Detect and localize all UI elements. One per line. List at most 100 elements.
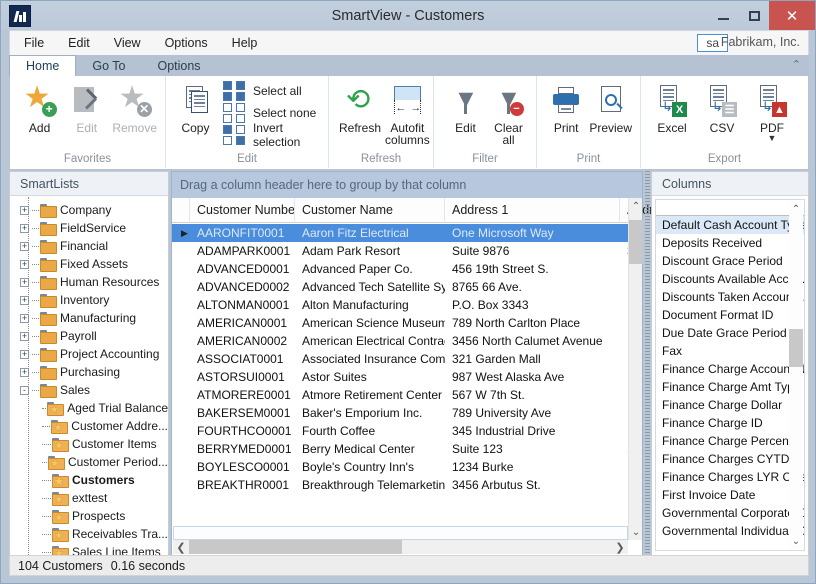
sidebar-item-receivables-tra[interactable]: ★ Receivables Tra...: [10, 525, 168, 543]
table-row[interactable]: BREAKTHR0001 Breakthrough Telemarketing 34…: [172, 476, 628, 494]
grid-vertical-scrollbar[interactable]: ⌃ ⌄: [628, 198, 643, 540]
export-excel-button[interactable]: ↳ X Excel: [647, 82, 697, 136]
export-csv-button[interactable]: ↳ ☰ CSV: [697, 82, 747, 136]
menu-file[interactable]: File: [14, 34, 54, 52]
columns-scroll-down-icon[interactable]: ⌄: [789, 533, 803, 549]
sidebar-item-customer-period[interactable]: ★ Customer Period...: [10, 453, 168, 471]
pdf-dropdown-icon[interactable]: ▼: [768, 134, 777, 143]
sidebar-item-fieldservice[interactable]: + FieldService: [10, 219, 168, 237]
table-row[interactable]: ▶ AARONFIT0001 Aaron Fitz Electrical One Mi…: [172, 224, 628, 242]
column-header-address-1[interactable]: Address 1: [445, 197, 620, 223]
grid-rows[interactable]: ▶ AARONFIT0001 Aaron Fitz Electrical One Mi…: [172, 224, 628, 525]
smartlists-tree[interactable]: + Company + FieldService + Financial + Fixed As…: [10, 197, 168, 555]
table-row[interactable]: AMERICAN0001 American Science Museum 789 N…: [172, 314, 628, 332]
sidebar-item-purchasing[interactable]: + Purchasing: [10, 363, 168, 381]
columns-scroll-thumb[interactable]: [789, 329, 803, 367]
scroll-left-icon[interactable]: ❮: [173, 540, 189, 554]
list-item[interactable]: Due Date Grace Period: [656, 324, 804, 342]
hscroll-thumb[interactable]: [189, 540, 402, 554]
tab-options[interactable]: Options: [141, 55, 216, 76]
scroll-down-icon[interactable]: ⌄: [629, 524, 643, 540]
sidebar-item-fixed-assets[interactable]: + Fixed Assets: [10, 255, 168, 273]
columns-list[interactable]: Default Cash Account Type Deposits Receiv…: [655, 199, 805, 551]
list-item[interactable]: Finance Charge Account N...: [656, 360, 804, 378]
select-all-button[interactable]: Select all: [222, 80, 322, 102]
print-preview-button[interactable]: Preview: [587, 82, 634, 136]
table-row[interactable]: ADVANCED0001 Advanced Paper Co. 456 19th S…: [172, 260, 628, 278]
table-row[interactable]: ALTONMAN0001 Alton Manufacturing P.O. Box …: [172, 296, 628, 314]
autofit-columns-button[interactable]: ←→ Autofit columns: [383, 82, 432, 148]
refresh-button[interactable]: ⟲ Refresh: [337, 82, 383, 136]
export-pdf-button[interactable]: ↳ ▲ PDF ▼: [747, 82, 797, 145]
table-row[interactable]: ADVANCED0002 Advanced Tech Satellite Syst…: [172, 278, 628, 296]
maximize-button[interactable]: [739, 1, 769, 30]
table-row[interactable]: BAKERSEM0001 Baker's Emporium Inc. 789 Uni…: [172, 404, 628, 422]
menu-view[interactable]: View: [104, 34, 151, 52]
list-item[interactable]: Fax: [656, 342, 804, 360]
vscroll-thumb[interactable]: [629, 220, 643, 264]
table-row[interactable]: ASTORSUI0001 Astor Suites 987 West Alaska …: [172, 368, 628, 386]
minimize-button[interactable]: [707, 1, 739, 30]
list-item[interactable]: Finance Charges LYR Cale...: [656, 468, 804, 486]
sidebar-item-project-accounting[interactable]: + Project Accounting: [10, 345, 168, 363]
list-item[interactable]: Finance Charge Amt Type: [656, 378, 804, 396]
sidebar-item-sales[interactable]: - Sales: [10, 381, 168, 399]
table-row[interactable]: BOYLESCO0001 Boyle's Country Inn's 1234 Bu…: [172, 458, 628, 476]
sidebar-item-inventory[interactable]: + Inventory: [10, 291, 168, 309]
sidebar-item-aged-trial-balance[interactable]: ★ Aged Trial Balance: [10, 399, 168, 417]
table-row[interactable]: BERRYMED0001 Berry Medical Center Suite 12…: [172, 440, 628, 458]
table-row[interactable]: ADAMPARK0001 Adam Park Resort Suite 9876 32…: [172, 242, 628, 260]
list-item[interactable]: Discounts Taken Account ...: [656, 288, 804, 306]
menu-help[interactable]: Help: [222, 34, 268, 52]
list-item[interactable]: Finance Charge Percent: [656, 432, 804, 450]
tab-go-to[interactable]: Go To: [76, 55, 141, 76]
sidebar-item-exttest[interactable]: ★ exttest: [10, 489, 168, 507]
sidebar-item-customer-addre[interactable]: ★ Customer Addre...: [10, 417, 168, 435]
sidebar-item-prospects[interactable]: ★ Prospects: [10, 507, 168, 525]
panel-splitter[interactable]: [645, 171, 650, 556]
edit-favorite-button[interactable]: Edit: [63, 82, 110, 136]
list-item[interactable]: Governmental Individual ID: [656, 522, 804, 540]
collapse-ribbon-icon[interactable]: ⌃: [792, 58, 801, 71]
clear-all-filters-button[interactable]: ▼ − Clear all: [487, 82, 530, 148]
column-header-customer-number[interactable]: Customer Number: [190, 197, 295, 223]
menu-edit[interactable]: Edit: [58, 34, 100, 52]
columns-scroll-up-icon[interactable]: ⌃: [789, 201, 803, 217]
table-row[interactable]: AMERICAN0002 American Electrical Contract…: [172, 332, 628, 350]
grid-horizontal-scrollbar[interactable]: ❮ ❯: [173, 540, 628, 554]
sidebar-item-company[interactable]: + Company: [10, 201, 168, 219]
sidebar-item-sales-line-items[interactable]: ★ Sales Line Items: [10, 543, 168, 555]
list-item[interactable]: Governmental Corporate ID: [656, 504, 804, 522]
table-row[interactable]: ATMORERE0001 Atmore Retirement Center 567 …: [172, 386, 628, 404]
close-button[interactable]: ✕: [769, 1, 815, 30]
sidebar-item-customer-items[interactable]: ★ Customer Items: [10, 435, 168, 453]
menu-options[interactable]: Options: [155, 34, 218, 52]
edit-filter-button[interactable]: ▼ Edit: [444, 82, 487, 136]
sidebar-item-manufacturing[interactable]: + Manufacturing: [10, 309, 168, 327]
sidebar-item-customers[interactable]: ★ Customers: [10, 471, 168, 489]
scroll-right-icon[interactable]: ❯: [612, 540, 628, 554]
list-item[interactable]: Deposits Received: [656, 234, 804, 252]
print-button[interactable]: Print: [545, 82, 587, 136]
add-favorite-button[interactable]: ★ + Add: [16, 82, 63, 136]
sidebar-item-financial[interactable]: + Financial: [10, 237, 168, 255]
group-by-dropzone[interactable]: Drag a column header here to group by th…: [172, 172, 642, 198]
list-item[interactable]: First Invoice Date: [656, 486, 804, 504]
copy-button[interactable]: Copy: [172, 82, 219, 136]
table-row[interactable]: ASSOCIAT0001 Associated Insurance Company…: [172, 350, 628, 368]
column-header-customer-name[interactable]: Customer Name: [295, 197, 445, 223]
list-item[interactable]: Discount Grace Period: [656, 252, 804, 270]
list-item[interactable]: Discounts Available Accou...: [656, 270, 804, 288]
list-item[interactable]: Document Format ID: [656, 306, 804, 324]
remove-favorite-button[interactable]: ★ ✕ Remove: [110, 82, 159, 136]
tab-home[interactable]: Home: [9, 55, 77, 76]
invert-selection-button[interactable]: Invert selection: [222, 121, 322, 149]
list-item[interactable]: Default Cash Account Type: [656, 216, 804, 234]
sidebar-item-human-resources[interactable]: + Human Resources: [10, 273, 168, 291]
list-item[interactable]: Finance Charges CYTD: [656, 450, 804, 468]
list-item[interactable]: Finance Charge ID: [656, 414, 804, 432]
sidebar-item-payroll[interactable]: + Payroll: [10, 327, 168, 345]
scroll-up-icon[interactable]: ⌃: [629, 198, 643, 214]
table-row[interactable]: FOURTHCO0001 Fourth Coffee 345 Industrial …: [172, 422, 628, 440]
columns-scrollbar[interactable]: ⌃ ⌄: [789, 201, 803, 549]
